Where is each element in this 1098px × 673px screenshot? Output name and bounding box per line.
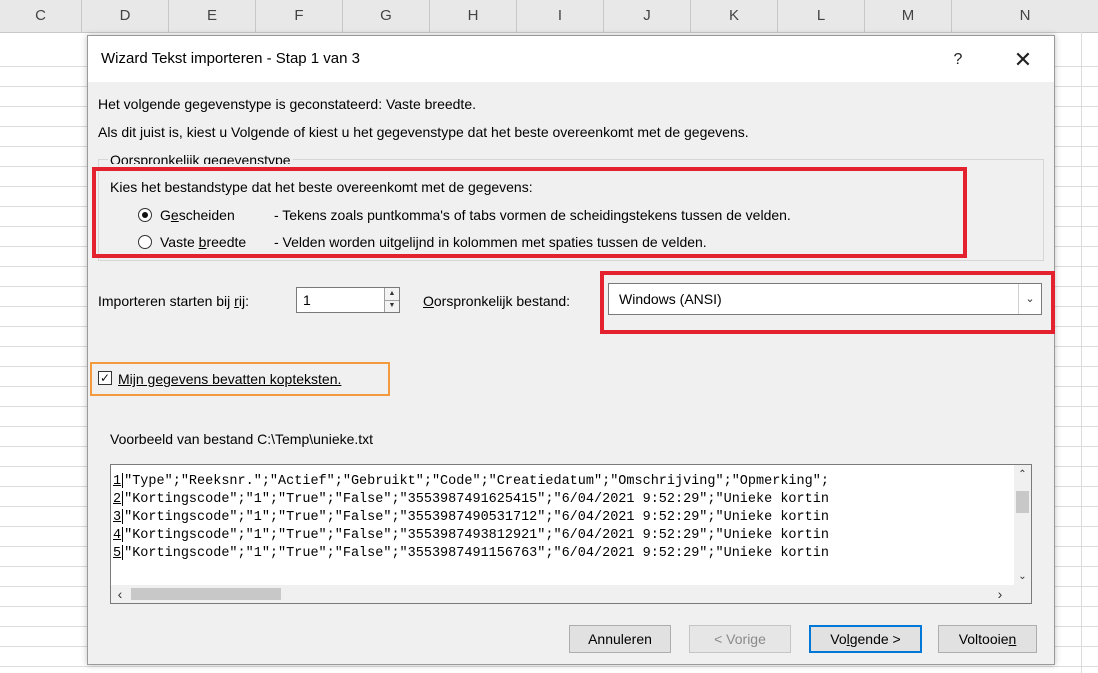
next-button[interactable]: Volgende > bbox=[809, 625, 922, 653]
text-import-wizard-dialog: Wizard Tekst importeren - Stap 1 van 3 ?… bbox=[87, 35, 1055, 665]
next-label-part: Vo bbox=[830, 631, 847, 647]
dialog-title: Wizard Tekst importeren - Stap 1 van 3 bbox=[101, 50, 360, 67]
next-label-part: gende > bbox=[849, 631, 901, 647]
column-header-g[interactable]: G bbox=[343, 0, 430, 32]
preview-row: 5 "Kortingscode";"1";"True";"False";"3553… bbox=[113, 545, 829, 563]
finish-label-part: Voltooie bbox=[958, 631, 1009, 647]
annotation-highlight-red bbox=[600, 271, 1055, 334]
preview-horizontal-scrollbar[interactable]: ‹ › bbox=[111, 585, 1031, 603]
cancel-button[interactable]: Annuleren bbox=[569, 625, 671, 653]
annotation-highlight-orange bbox=[90, 362, 390, 396]
scroll-down-icon[interactable]: ⌄ bbox=[1014, 569, 1031, 585]
column-header-c[interactable]: C bbox=[0, 0, 82, 32]
back-button[interactable]: < Vorige bbox=[689, 625, 791, 653]
preview-row-number: 1 bbox=[113, 474, 122, 490]
finish-button[interactable]: Voltooien bbox=[938, 625, 1037, 653]
column-header-f[interactable]: F bbox=[256, 0, 343, 32]
preview-row: 3 "Kortingscode";"1";"True";"False";"3553… bbox=[113, 509, 829, 527]
preview-row-number: 3 bbox=[113, 510, 122, 526]
group-title: Oorspronkelijk gegevenstype bbox=[108, 152, 293, 164]
column-header-m[interactable]: M bbox=[865, 0, 952, 32]
preview-row-separator bbox=[122, 473, 124, 488]
start-row-label: Importeren starten bij rij: bbox=[98, 293, 249, 309]
scroll-up-icon[interactable]: ⌃ bbox=[1014, 467, 1031, 483]
horizontal-scroll-thumb[interactable] bbox=[131, 588, 281, 600]
column-header-h[interactable]: H bbox=[430, 0, 517, 32]
column-header-j[interactable]: J bbox=[604, 0, 691, 32]
grid-row-line bbox=[0, 666, 1098, 667]
spreadsheet-column-header: C D E F G H I J K L M N bbox=[0, 0, 1098, 33]
vertical-scroll-thumb[interactable] bbox=[1016, 491, 1029, 513]
spin-down-icon[interactable]: ▼ bbox=[385, 300, 399, 312]
column-header-k[interactable]: K bbox=[691, 0, 778, 32]
preview-row-text: "Kortingscode";"1";"True";"False";"35539… bbox=[124, 528, 829, 544]
column-header-l[interactable]: L bbox=[778, 0, 865, 32]
grid-column-line bbox=[1081, 32, 1082, 673]
help-button[interactable]: ? bbox=[946, 48, 970, 72]
preview-row-separator bbox=[122, 509, 124, 524]
column-header-n[interactable]: N bbox=[952, 0, 1098, 32]
start-row-spinner[interactable]: ▲ ▼ bbox=[384, 288, 399, 312]
preview-row-text: "Kortingscode";"1";"True";"False";"35539… bbox=[124, 510, 829, 526]
scroll-right-icon[interactable]: › bbox=[991, 585, 1009, 603]
column-header-e[interactable]: E bbox=[169, 0, 256, 32]
finish-accesskey: n bbox=[1008, 631, 1017, 647]
column-header-d[interactable]: D bbox=[82, 0, 169, 32]
preview-row-separator bbox=[122, 545, 124, 560]
preview-row-separator bbox=[122, 491, 124, 506]
preview-row-number: 5 bbox=[113, 546, 122, 562]
preview-row-number: 4 bbox=[113, 528, 122, 544]
file-origin-label-part: orspronkelijk bestand: bbox=[433, 293, 571, 309]
dialog-titlebar: Wizard Tekst importeren - Stap 1 van 3 ?… bbox=[88, 36, 1054, 82]
instruction-text: Als dit juist is, kiest u Volgende of ki… bbox=[98, 124, 749, 140]
preview-row-text: "Kortingscode";"1";"True";"False";"35539… bbox=[124, 546, 829, 562]
preview-row-text: "Type";"Reeksnr.";"Actief";"Gebruikt";"C… bbox=[124, 474, 829, 490]
preview-row: 1 "Type";"Reeksnr.";"Actief";"Gebruikt";"… bbox=[113, 473, 829, 491]
scroll-left-icon[interactable]: ‹ bbox=[111, 585, 129, 603]
preview-label: Voorbeeld van bestand C:\Temp\unieke.txt bbox=[110, 431, 374, 447]
file-origin-accesskey: O bbox=[423, 293, 434, 309]
preview-vertical-scrollbar[interactable]: ⌃ ⌄ bbox=[1014, 465, 1031, 587]
column-header-i[interactable]: I bbox=[517, 0, 604, 32]
preview-row-separator bbox=[122, 527, 124, 542]
start-row-label-part: Importeren starten bij bbox=[98, 293, 235, 309]
preview-row-text: "Kortingscode";"1";"True";"False";"35539… bbox=[124, 492, 829, 508]
start-row-label-part: ij: bbox=[238, 293, 249, 309]
detected-type-text: Het volgende gegevenstype is geconstatee… bbox=[98, 96, 476, 112]
file-origin-label: Oorspronkelijk bestand: bbox=[423, 293, 570, 309]
preview-row: 2 "Kortingscode";"1";"True";"False";"3553… bbox=[113, 491, 829, 509]
preview-row-number: 2 bbox=[113, 492, 122, 508]
preview-row: 4 "Kortingscode";"1";"True";"False";"3553… bbox=[113, 527, 829, 545]
annotation-highlight-red bbox=[92, 167, 967, 258]
close-button[interactable]: ✕ bbox=[1008, 46, 1038, 74]
file-preview[interactable]: 1 "Type";"Reeksnr.";"Actief";"Gebruikt";"… bbox=[110, 464, 1032, 604]
